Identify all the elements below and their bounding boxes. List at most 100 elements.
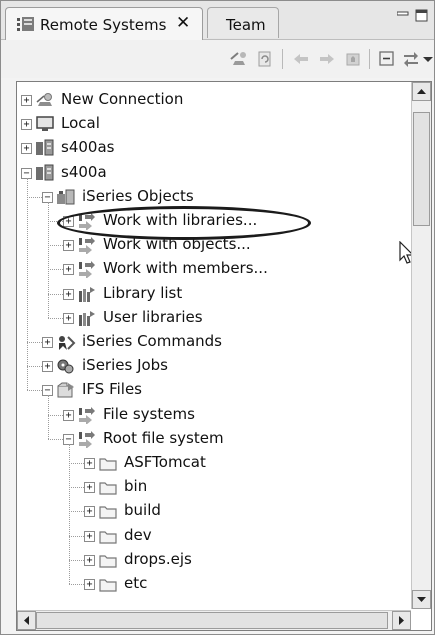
view-toolbar [1,40,434,78]
expand-icon[interactable]: + [21,143,32,155]
tree-guide-line [69,443,70,584]
folder-icon [99,458,117,471]
expand-icon[interactable]: + [84,458,95,469]
tree-connector [69,463,84,464]
expand-icon[interactable]: + [21,95,32,106]
back-icon[interactable] [291,49,311,69]
vertical-scrollbar[interactable] [411,82,431,609]
tree-connector [27,390,42,392]
expand-icon[interactable]: + [84,506,95,518]
tree-item-bin[interactable]: + bin [17,475,410,499]
expand-icon[interactable]: + [63,288,74,300]
remote-systems-view: Remote Systems ✕ Team + New Connection +… [0,0,435,635]
tree-item-label: iSeries Commands [82,332,222,350]
maximize-icon[interactable] [415,9,429,23]
tree-item-iseries-objects[interactable]: − iSeries Objects [17,185,410,209]
scroll-up-button[interactable] [412,82,431,101]
horizontal-scroll-thumb[interactable] [36,612,388,629]
tree-item-label: Library list [103,283,183,302]
tree-item-drops-ejs[interactable]: + drops.ejs [17,548,410,572]
new-connection-icon[interactable] [229,49,249,69]
server-icon [36,164,54,181]
folder-icon [99,482,117,495]
tree-item-label: IFS Files [82,380,142,399]
expand-icon[interactable]: + [84,554,95,566]
tree-item-iseries-jobs[interactable]: + iSeries Jobs [17,354,410,378]
filter-icon [79,430,95,448]
tree-connector [69,487,84,489]
forward-icon[interactable] [317,49,337,69]
tree-item-library-list[interactable]: + Library list [17,282,410,306]
expand-icon[interactable]: + [84,482,95,494]
filter-icon [79,406,95,424]
tree-viewport[interactable]: + New Connection + Local + s400as − s400a − iSeri… [17,82,410,609]
tree-connector [27,342,42,343]
tree-item-user-libraries[interactable]: + User libraries [17,306,410,330]
home-icon[interactable] [343,49,363,69]
folder-icon [99,579,117,592]
view-menu-icon[interactable] [422,49,434,69]
tab-remote-systems[interactable]: Remote Systems ✕ [5,7,203,40]
view-tab-bar: Remote Systems ✕ Team [1,1,434,40]
monitor-icon [36,116,54,132]
highlight-ellipse [57,206,311,240]
tree-item-ifs-files[interactable]: − IFS Files [17,378,410,402]
expand-icon[interactable]: + [63,409,74,421]
library-icon [79,310,95,326]
tree-item-label: drops.ejs [124,549,192,568]
tree-item-label: s400a [61,162,107,181]
tree-item-work-with-members[interactable]: + Work with members... [17,257,410,281]
expand-icon[interactable]: + [42,337,53,348]
tree-connector [48,317,63,319]
filter-icon [79,237,95,255]
new-connection-icon [36,93,52,106]
expand-icon[interactable]: + [63,264,74,276]
expand-icon[interactable]: + [63,312,74,324]
tab-label-remote-systems: Remote Systems [40,16,167,34]
tree-item-etc[interactable]: + etc [17,572,410,596]
expand-icon[interactable]: + [42,361,53,373]
remote-systems-tree: + New Connection + Local + s400as − s400a − iSeri… [16,81,432,631]
arrow-left-icon [24,616,29,625]
scroll-down-button[interactable] [412,590,431,609]
tree-connector [48,269,63,271]
tree-item-local[interactable]: + Local [17,112,410,136]
expand-icon[interactable]: + [63,240,74,252]
tree-item-s400a[interactable]: − s400a [17,161,410,185]
tree-item-s400as[interactable]: + s400as [17,136,410,160]
tree-item-label: User libraries [103,307,203,326]
tree-item-new-connection[interactable]: + New Connection [17,88,410,112]
expand-icon[interactable]: + [84,530,95,542]
tree-item-iseries-commands[interactable]: + iSeries Commands [17,330,410,354]
tree-item-asftomcat[interactable]: + ASFTomcat [17,451,410,475]
vertical-scroll-thumb[interactable] [413,112,430,226]
collapse-all-icon[interactable] [377,49,397,69]
tree-item-file-systems[interactable]: + File systems [17,403,410,427]
toolbar-separator [282,49,283,69]
iseries-objects-icon [57,189,75,205]
tree-connector [48,438,63,440]
tab-team[interactable]: Team [207,7,279,38]
tree-item-label: iSeries Jobs [82,356,169,375]
tree-connector [48,245,63,247]
tree-guide-line [48,395,49,439]
arrow-down-icon [417,597,426,602]
tree-item-label: build [124,501,161,520]
scroll-right-button[interactable] [392,611,411,630]
expand-icon[interactable]: + [21,119,32,131]
link-with-editor-icon[interactable] [401,49,421,69]
tree-item-dev[interactable]: + dev [17,524,410,548]
expand-icon[interactable]: + [84,579,95,590]
tree-connector [69,535,84,537]
minimize-icon[interactable] [397,9,409,23]
tree-guide-line [27,177,28,391]
tree-item-build[interactable]: + build [17,499,410,523]
tree-item-label: s400as [61,138,115,157]
tree-item-root-file-system[interactable]: − Root file system [17,427,410,451]
tree-connector [69,511,84,513]
tree-connector [27,366,42,368]
horizontal-scrollbar[interactable] [17,610,411,630]
scroll-left-button[interactable] [17,611,36,630]
close-tab-icon[interactable]: ✕ [176,13,190,33]
refresh-icon[interactable] [255,49,275,69]
